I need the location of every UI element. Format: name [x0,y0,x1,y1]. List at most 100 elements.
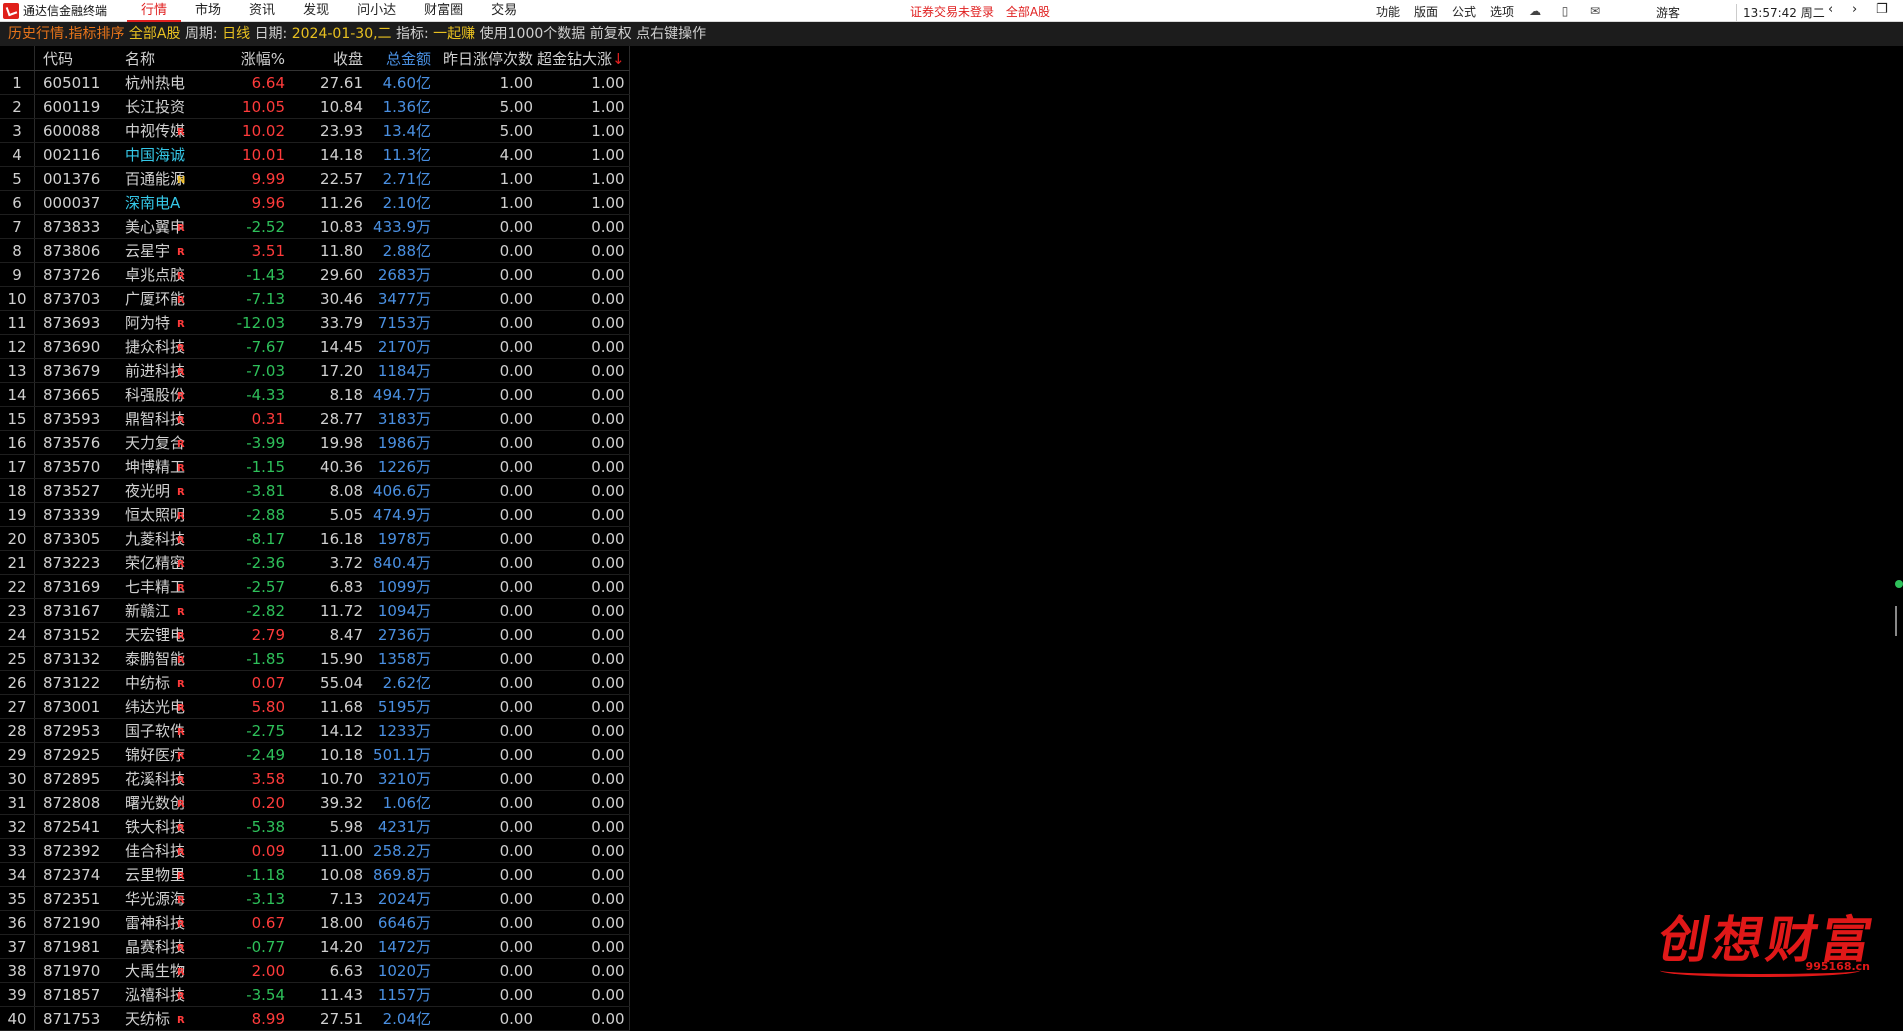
col-code[interactable]: 代码 [34,46,117,71]
stock-flag-badge: R [177,295,185,306]
table-row[interactable]: 2 600119 长江投资 10.05 10.84 1.36亿 5.00 1.00 [0,94,630,119]
super-gold-value: 0.00 [537,334,630,359]
stock-code: 873339 [34,502,117,527]
menu-item-0[interactable]: 行情 [127,0,182,22]
col-limit-up-count[interactable]: 昨日涨停次数 [435,46,537,71]
change-pct-value: 2.00 [251,961,285,980]
table-row[interactable]: 22 873169 七丰精工 R -2.57 6.83 1099万 0.00 0.00 [0,574,630,599]
menu-item-5[interactable]: 财富圈 [410,0,477,22]
table-row[interactable]: 1 605011 杭州热电 6.64 27.61 4.60亿 1.00 1.00 [0,70,630,95]
table-row[interactable]: 11 873693 阿为特 R -12.03 33.79 7153万 0.00 0.00 [0,310,630,335]
table-row[interactable]: 26 873122 中纺标 R 0.07 55.04 2.62亿 0.00 0.00 [0,670,630,695]
table-row[interactable]: 29 872925 锦好医疗 R -2.49 10.18 501.1万 0.00 0.00 [0,742,630,767]
table-row[interactable]: 6 000037 深南电A 9.96 11.26 2.10亿 1.00 1.00 [0,190,630,215]
phone-icon[interactable]: ▯ [1558,5,1572,17]
table-row[interactable]: 17 873570 坤博精工 R -1.15 40.36 1226万 0.00 0.00 [0,454,630,479]
table-row[interactable]: 27 873001 纬达光电 R 5.80 11.68 5195万 0.00 0.00 [0,694,630,719]
top-menu-bar: 通达信金融终端 行情 市场 资讯 发现 问小达 财富圈 交易 证券交易未登录 全部A股 功能… [0,0,1903,22]
table-row[interactable]: 8 873806 云星宇 R 3.51 11.80 2.88亿 0.00 0.00 [0,238,630,263]
menu-formula[interactable]: 公式 [1452,3,1476,20]
change-pct: R -7.67 [177,334,289,359]
table-row[interactable]: 35 872351 华光源海 R -3.13 7.13 2024万 0.00 0.00 [0,886,630,911]
cloud-sync-icon[interactable]: ☁ [1528,5,1542,17]
date-value[interactable]: 2024-01-30,二 [292,26,392,42]
menu-item-6[interactable]: 交易 [477,0,531,22]
col-super-gold[interactable]: 超金钻大涨↓ [537,46,630,71]
total-amount: 1978万 [367,526,435,551]
stock-name: 卓兆点胶 [117,262,207,287]
table-row[interactable]: 15 873593 鼎智科技 R 0.31 28.77 3183万 0.00 0.00 [0,406,630,431]
stock-flag-badge: R [177,919,185,930]
col-amount[interactable]: 总金额 [367,46,435,71]
change-pct: R 2.79 [177,622,289,647]
menu-item-4[interactable]: 问小达 [343,0,410,22]
back-icon[interactable]: ‹ [1828,2,1833,17]
stock-grid: 代码 名称 涨幅% 收盘 总金额 昨日涨停次数 超金钻大涨↓ 1 605011 杭州… [0,46,630,1031]
table-row[interactable]: 24 873152 天宏锂电 R 2.79 8.47 2736万 0.00 0.00 [0,622,630,647]
table-row[interactable]: 21 873223 荣亿精密 R -2.36 3.72 840.4万 0.00 0.00 [0,550,630,575]
table-row[interactable]: 3 600088 中视传媒 R 10.02 23.93 13.4亿 5.00 1.00 [0,118,630,143]
mail-icon[interactable]: ✉ [1588,5,1602,17]
side-indicator-marks [1895,580,1903,636]
menu-layout[interactable]: 版面 [1414,3,1438,20]
menu-item-2[interactable]: 资讯 [235,0,289,22]
super-gold-value: 0.00 [537,982,630,1007]
guest-user[interactable]: 游客 [1656,4,1680,21]
table-row[interactable]: 32 872541 铁大科技 R -5.38 5.98 4231万 0.00 0.00 [0,814,630,839]
table-row[interactable]: 5 001376 百通能源 N 9.99 22.57 2.71亿 1.00 1.00 [0,166,630,191]
table-row[interactable]: 40 871753 天纺标 R 8.99 27.51 2.04亿 0.00 0.00 [0,1006,630,1031]
limit-up-count: 0.00 [435,574,537,599]
limit-up-count: 0.00 [435,934,537,959]
col-close[interactable]: 收盘 [289,46,367,71]
table-row[interactable]: 18 873527 夜光明 R -3.81 8.08 406.6万 0.00 0.00 [0,478,630,503]
table-row[interactable]: 38 871970 大禹生物 R 2.00 6.63 1020万 0.00 0.00 [0,958,630,983]
table-row[interactable]: 12 873690 捷众科技 R -7.67 14.45 2170万 0.00 0.00 [0,334,630,359]
menu-options[interactable]: 选项 [1490,3,1514,20]
forward-icon[interactable]: › [1852,2,1857,17]
close-price: 11.68 [289,694,367,719]
table-row[interactable]: 37 871981 晶赛科技 R -0.77 14.20 1472万 0.00 0.00 [0,934,630,959]
table-row[interactable]: 34 872374 云里物里 R -1.18 10.08 869.8万 0.00 0.00 [0,862,630,887]
table-row[interactable]: 7 873833 美心翼申 R -2.52 10.83 433.9万 0.00 0.00 [0,214,630,239]
row-index: 25 [0,646,35,671]
table-row[interactable]: 10 873703 广厦环能 R -7.13 30.46 3477万 0.00 0.00 [0,286,630,311]
login-notice[interactable]: 证券交易未登录 [910,5,994,19]
side-bar-icon [1895,606,1903,636]
period-value[interactable]: 日线 [222,26,250,42]
table-row[interactable]: 25 873132 泰鹏智能 R -1.85 15.90 1358万 0.00 0.00 [0,646,630,671]
table-row[interactable]: 19 873339 恒太照明 R -2.88 5.05 474.9万 0.00 0.00 [0,502,630,527]
col-name[interactable]: 名称 [117,46,207,71]
table-row[interactable]: 9 873726 卓兆点胶 R -1.43 29.60 2683万 0.00 0.00 [0,262,630,287]
table-row[interactable]: 31 872808 曙光数创 R 0.20 39.32 1.06亿 0.00 0.00 [0,790,630,815]
menu-item-1[interactable]: 市场 [181,0,235,22]
super-gold-value: 0.00 [537,958,630,983]
table-row[interactable]: 20 873305 九菱科技 R -8.17 16.18 1978万 0.00 0.00 [0,526,630,551]
table-row[interactable]: 36 872190 雷神科技 R 0.67 18.00 6646万 0.00 0.00 [0,910,630,935]
restore-window-icon[interactable]: ❐ [1876,2,1888,17]
market-label[interactable]: 全部A股 [129,26,181,42]
change-pct-value: 5.80 [251,697,285,716]
change-pct: R -2.57 [177,574,289,599]
market-notice[interactable]: 全部A股 [1006,5,1050,19]
table-row[interactable]: 33 872392 佳合科技 R 0.09 11.00 258.2万 0.00 0.00 [0,838,630,863]
table-row[interactable]: 14 873665 科强股份 R -4.33 8.18 494.7万 0.00 0.00 [0,382,630,407]
mode-label[interactable]: 历史行情.指标排序 [8,26,124,42]
super-gold-value: 0.00 [537,550,630,575]
menu-item-3[interactable]: 发现 [289,0,343,22]
col-change[interactable]: 涨幅% [207,46,289,71]
table-row[interactable]: 23 873167 新赣江 R -2.82 11.72 1094万 0.00 0.00 [0,598,630,623]
indicator-value[interactable]: 一起赚 [433,26,475,42]
table-row[interactable]: 13 873679 前进科技 R -7.03 17.20 1184万 0.00 0.00 [0,358,630,383]
table-row[interactable]: 28 872953 国子软件 R -2.75 14.12 1233万 0.00 0.00 [0,718,630,743]
limit-up-count: 0.00 [435,958,537,983]
change-pct: R -2.49 [177,742,289,767]
change-pct: R -12.03 [177,310,289,335]
table-row[interactable]: 30 872895 花溪科技 R 3.58 10.70 3210万 0.00 0.00 [0,766,630,791]
menu-function[interactable]: 功能 [1376,3,1400,20]
close-price: 8.08 [289,478,367,503]
stock-name: 云星宇 [117,238,207,263]
table-row[interactable]: 16 873576 天力复合 R -3.99 19.98 1986万 0.00 0.00 [0,430,630,455]
table-row[interactable]: 4 002116 中国海诚 10.01 14.18 11.3亿 4.00 1.00 [0,142,630,167]
stock-flag-badge: N [177,175,186,186]
table-row[interactable]: 39 871857 泓禧科技 R -3.54 11.43 1157万 0.00 0.00 [0,982,630,1007]
